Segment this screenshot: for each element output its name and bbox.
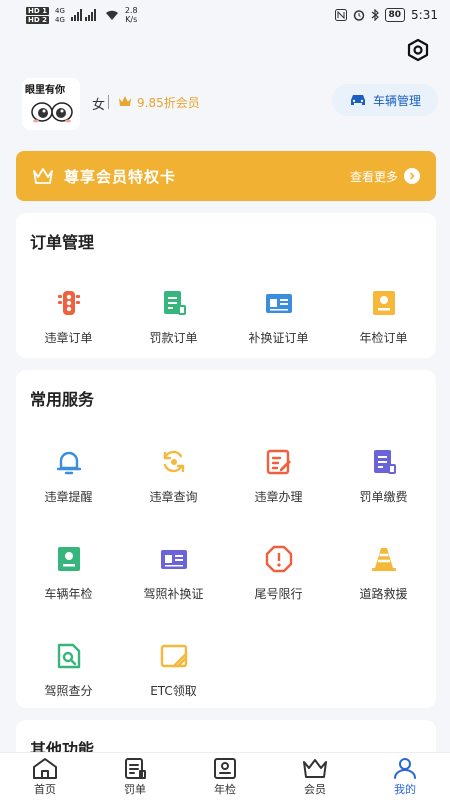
vehicle-button-label: 车辆管理 xyxy=(372,93,421,108)
traffic-light-icon xyxy=(55,289,83,317)
tab-crown-tab[interactable]: 会员 xyxy=(270,757,360,797)
home-icon xyxy=(32,757,58,779)
service-item-5[interactable]: 驾照补换证 xyxy=(121,545,226,602)
service-item-label: 违章办理 xyxy=(254,490,303,504)
inspection-icon xyxy=(55,545,83,573)
settings-button[interactable] xyxy=(406,38,430,62)
order-management-card: 订单管理 违章订单 罚款订单 补换证订单 年检订单 xyxy=(16,213,436,358)
profile-section: 眼里有你 女 9.85折会员 车辆管理 xyxy=(22,78,438,130)
service-item-6[interactable]: 尾号限行 xyxy=(226,545,331,602)
network-speed: 2.8 K/s xyxy=(125,6,138,24)
gender-label: 女 xyxy=(92,98,106,113)
license-card-icon xyxy=(160,545,188,573)
tab-fine[interactable]: 罚单 xyxy=(90,757,180,797)
network-indicators: 4G 4G xyxy=(55,7,65,24)
order-item-2[interactable]: 补换证订单 xyxy=(226,289,331,346)
speed-value: 2.8 xyxy=(124,6,138,15)
inspection-tab-icon xyxy=(212,757,238,779)
vehicle-management-button[interactable]: 车辆管理 xyxy=(332,84,438,116)
profile-divider xyxy=(108,95,109,109)
service-item-3[interactable]: 罚单缴费 xyxy=(331,448,436,505)
service-item-label: 驾照补换证 xyxy=(143,587,204,601)
doc-search-icon xyxy=(55,642,83,670)
tab-inspection-tab[interactable]: 年检 xyxy=(180,757,270,797)
service-item-label: 违章提醒 xyxy=(44,490,93,504)
order-item-0[interactable]: 违章订单 xyxy=(16,289,121,346)
service-item-label: 驾照查分 xyxy=(44,684,93,698)
nfc-icon xyxy=(334,9,347,21)
status-left: HD 1 HD 2 4G 4G 2.8 K/s xyxy=(26,6,138,24)
vip-privilege-card[interactable]: 尊享会员特权卡 查看更多 xyxy=(16,151,436,201)
battery-indicator: 80 xyxy=(384,8,406,22)
tab-label: 罚单 xyxy=(124,782,146,796)
search-refresh-icon xyxy=(160,448,188,476)
speed-unit: K/s xyxy=(125,15,138,24)
status-bar: HD 1 HD 2 4G 4G 2.8 K/s 80 5:31 xyxy=(0,0,450,30)
tab-label: 我的 xyxy=(394,782,416,796)
bottom-tab-bar: 首页 罚单 年检 会员 我的 xyxy=(0,752,450,800)
edit-doc-icon xyxy=(265,448,293,476)
order-item-3[interactable]: 年检订单 xyxy=(331,289,436,346)
warning-octagon-icon xyxy=(265,545,293,573)
order-item-label: 年检订单 xyxy=(359,331,408,345)
traffic-cone-icon xyxy=(370,545,398,573)
member-discount: 9.85折会员 xyxy=(137,96,200,110)
bell-icon xyxy=(55,448,83,476)
avatar[interactable]: 眼里有你 xyxy=(22,78,80,130)
bluetooth-icon xyxy=(371,9,379,21)
common-services-card: 常用服务 违章提醒 违章查询 违章办理 罚单缴费车辆年检 驾照补换证 尾号限行 道路救援驾照… xyxy=(16,370,436,708)
arrow-right-icon xyxy=(404,168,420,184)
service-item-label: 尾号限行 xyxy=(254,587,303,601)
fine-icon xyxy=(122,757,148,779)
etc-card-icon xyxy=(160,642,188,670)
crown-outline-icon xyxy=(33,168,53,184)
order-management-title: 订单管理 xyxy=(30,233,95,252)
order-item-label: 罚款订单 xyxy=(149,331,198,345)
service-item-4[interactable]: 车辆年检 xyxy=(16,545,121,602)
tab-home[interactable]: 首页 xyxy=(0,757,90,797)
common-services-title: 常用服务 xyxy=(30,390,95,409)
wifi-icon xyxy=(105,10,118,20)
crown-tab-icon xyxy=(302,757,328,779)
service-item-label: 罚单缴费 xyxy=(359,490,408,504)
network1-label: 4G xyxy=(54,6,65,15)
bill-icon xyxy=(370,448,398,476)
vip-card-title: 尊享会员特权卡 xyxy=(64,167,177,186)
service-item-8[interactable]: 驾照查分 xyxy=(16,642,121,699)
service-item-2[interactable]: 违章办理 xyxy=(226,448,331,505)
fine-doc-icon xyxy=(160,289,188,317)
order-item-1[interactable]: 罚款订单 xyxy=(121,289,226,346)
service-item-label: 违章查询 xyxy=(149,490,198,504)
profile-icon xyxy=(392,757,418,779)
service-item-1[interactable]: 违章查询 xyxy=(121,448,226,505)
status-right: 80 5:31 xyxy=(334,8,438,22)
tab-label: 年检 xyxy=(214,782,236,796)
service-item-label: 车辆年检 xyxy=(44,587,93,601)
alarm-icon xyxy=(353,10,364,21)
crown-icon xyxy=(119,96,131,106)
settings-hexagon-icon xyxy=(407,38,429,62)
service-item-9[interactable]: ETC领取 xyxy=(121,642,226,699)
clock: 5:31 xyxy=(411,8,438,22)
tab-profile[interactable]: 我的 xyxy=(360,757,450,797)
sim1-label: HD 1 xyxy=(26,6,49,15)
sim2-label: HD 2 xyxy=(26,15,49,24)
inspection-icon xyxy=(370,289,398,317)
avatar-cartoon-eyes xyxy=(31,102,73,123)
order-item-label: 违章订单 xyxy=(44,331,93,345)
sim-indicators: HD 1 HD 2 xyxy=(26,6,49,24)
network2-label: 4G xyxy=(54,15,65,24)
id-card-icon xyxy=(265,289,293,317)
signal-icon xyxy=(70,9,96,21)
service-item-7[interactable]: 道路救援 xyxy=(331,545,436,602)
service-item-label: 道路救援 xyxy=(359,587,408,601)
tab-label: 首页 xyxy=(34,782,56,796)
car-icon xyxy=(350,95,365,105)
see-more-label: 查看更多 xyxy=(349,169,398,184)
order-item-label: 补换证订单 xyxy=(248,331,309,345)
tab-label: 会员 xyxy=(304,782,326,796)
service-item-label: ETC领取 xyxy=(150,684,197,698)
see-more-link[interactable]: 查看更多 xyxy=(350,168,420,185)
service-item-0[interactable]: 违章提醒 xyxy=(16,448,121,505)
